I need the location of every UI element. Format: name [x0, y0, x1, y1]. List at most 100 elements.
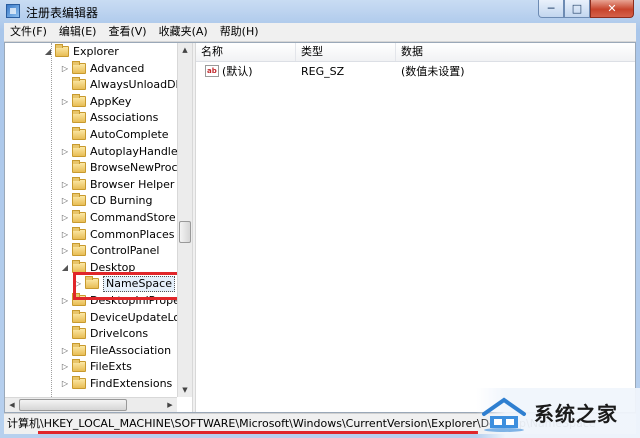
tree-item-label: DriveIcons: [90, 327, 149, 340]
column-name[interactable]: 名称: [196, 43, 296, 61]
collapsed-arrow-icon[interactable]: ▷: [60, 242, 70, 259]
tree-item-label: DeviceUpdateLoca: [90, 311, 177, 324]
column-type[interactable]: 类型: [296, 43, 396, 61]
regedit-window: 注册表编辑器 ─ □ ✕ 文件(F) 编辑(E) 查看(V) 收藏夹(A) 帮助…: [0, 0, 640, 438]
folder-icon: [72, 127, 86, 140]
tree-vertical-scrollbar[interactable]: ▲ ▼: [177, 43, 192, 397]
value-name: (默认): [222, 65, 253, 78]
tree-item-label: Browser Helper C: [90, 178, 177, 191]
tree-item[interactable]: ▷ FileAssociation: [60, 342, 171, 359]
maximize-button[interactable]: □: [564, 0, 590, 18]
tree-item-label: FileExts: [90, 360, 132, 373]
collapsed-arrow-icon[interactable]: ▷: [60, 358, 70, 375]
folder-icon: [72, 94, 86, 107]
house-logo-icon: [482, 397, 526, 432]
tree-item-label: AutoplayHandlers: [90, 145, 177, 158]
folder-icon: [72, 376, 86, 389]
collapsed-arrow-icon[interactable]: ▷: [60, 60, 70, 77]
tree-item-label: BrowseNewProce: [90, 161, 177, 174]
minimize-button[interactable]: ─: [538, 0, 564, 18]
collapsed-arrow-icon[interactable]: ▷: [60, 292, 70, 309]
tree-item[interactable]: DriveIcons: [60, 325, 148, 342]
folder-icon: [55, 44, 69, 57]
collapsed-arrow-icon[interactable]: ▷: [60, 209, 70, 226]
regedit-icon: [6, 4, 20, 18]
tree-item-label: FindExtensions: [90, 377, 173, 390]
menu-view[interactable]: 查看(V): [102, 23, 152, 41]
tree-item-label: AlwaysUnloadDLL: [90, 78, 177, 91]
tree-horizontal-scrollbar[interactable]: ◀ ▶: [5, 397, 177, 412]
tree-item-label: Associations: [90, 111, 159, 124]
tree-item[interactable]: ▷ ControlPanel: [60, 242, 159, 259]
tree-item[interactable]: ▷ CD Burning: [60, 192, 152, 209]
tree-item[interactable]: ▷ Browser Helper C: [60, 176, 177, 193]
collapsed-arrow-icon[interactable]: ▷: [60, 375, 70, 392]
tree-item[interactable]: AlwaysUnloadDLL: [60, 76, 177, 93]
close-button[interactable]: ✕: [590, 0, 634, 18]
annotation-underline: [38, 431, 478, 434]
h-scroll-thumb[interactable]: [19, 399, 127, 411]
collapsed-arrow-icon[interactable]: ▷: [60, 143, 70, 160]
list-item[interactable]: ab (默认) REG_SZ (数值未设置): [196, 63, 635, 80]
menu-bar: 文件(F) 编辑(E) 查看(V) 收藏夹(A) 帮助(H): [4, 23, 636, 42]
tree-item[interactable]: Associations: [60, 109, 158, 126]
folder-icon: [72, 359, 86, 372]
values-list: 名称 类型 数据 ab (默认) REG_SZ (数值未设置): [196, 43, 635, 412]
value-data: (数值未设置): [401, 65, 465, 78]
tree-item[interactable]: ▷ AppKey: [60, 93, 131, 110]
scroll-down-icon[interactable]: ▼: [178, 383, 192, 397]
tree-item[interactable]: DeviceUpdateLoca: [60, 309, 177, 326]
folder-icon: [72, 243, 86, 256]
collapsed-arrow-icon[interactable]: ▷: [60, 226, 70, 243]
tree-item-label: CD Burning: [90, 194, 153, 207]
folder-icon: [72, 343, 86, 356]
folder-icon: [72, 310, 86, 323]
watermark-text: 系统之家: [534, 402, 618, 426]
expanded-arrow-icon[interactable]: ◢: [43, 43, 53, 60]
menu-favorites[interactable]: 收藏夹(A): [153, 23, 214, 41]
client-area: ◢Explorer ▷ Advanced AlwaysUnloadDLL ▷ AppKe…: [4, 42, 636, 413]
tree-item-label: AppKey: [90, 95, 132, 108]
column-data[interactable]: 数据: [396, 43, 635, 61]
scroll-up-icon[interactable]: ▲: [178, 43, 192, 57]
string-value-icon: ab: [205, 65, 219, 77]
collapsed-arrow-icon[interactable]: ▷: [60, 93, 70, 110]
folder-icon: [72, 326, 86, 339]
tree-item-label: ControlPanel: [90, 244, 160, 257]
collapsed-arrow-icon[interactable]: ▷: [60, 342, 70, 359]
value-name-cell: ab (默认): [200, 63, 296, 80]
tree-item[interactable]: AutoComplete: [60, 126, 169, 143]
tree-item[interactable]: ▷ CommonPlaces: [60, 226, 175, 243]
tree-item[interactable]: BrowseNewProce: [60, 159, 177, 176]
scroll-thumb[interactable]: [179, 221, 191, 243]
folder-icon: [72, 110, 86, 123]
folder-icon: [72, 61, 86, 74]
tree-rows: ◢Explorer ▷ Advanced AlwaysUnloadDLL ▷ AppKe…: [5, 43, 177, 397]
folder-icon: [72, 227, 86, 240]
menu-edit[interactable]: 编辑(E): [53, 23, 103, 41]
menu-file[interactable]: 文件(F): [4, 23, 53, 41]
expanded-arrow-icon[interactable]: ◢: [60, 259, 70, 276]
folder-icon: [72, 177, 86, 190]
folder-icon: [72, 193, 86, 206]
tree-item[interactable]: ▷ FileExts: [60, 358, 132, 375]
collapsed-arrow-icon[interactable]: ▷: [60, 176, 70, 193]
tree-item[interactable]: ▷ AutoplayHandlers: [60, 143, 177, 160]
scroll-left-icon[interactable]: ◀: [5, 398, 19, 412]
scroll-right-icon[interactable]: ▶: [163, 398, 177, 412]
tree-item[interactable]: ▷ CommandStore: [60, 209, 176, 226]
folder-icon: [72, 210, 86, 223]
tree-item[interactable]: ▷ Advanced: [60, 60, 144, 77]
collapsed-arrow-icon[interactable]: ▷: [60, 192, 70, 209]
tree-item-label: FileAssociation: [90, 344, 172, 357]
title-bar[interactable]: 注册表编辑器 ─ □ ✕: [0, 0, 640, 23]
folder-icon: [72, 160, 86, 173]
tree-item[interactable]: ▷ FindExtensions: [60, 375, 172, 392]
tree-item-explorer[interactable]: ◢ Explorer: [43, 43, 119, 60]
tree-item-label: Advanced: [90, 62, 145, 75]
menu-help[interactable]: 帮助(H): [214, 23, 265, 41]
value-type: REG_SZ: [301, 65, 345, 78]
tree-item-label: CommonPlaces: [90, 228, 175, 241]
list-header: 名称 类型 数据: [196, 43, 635, 62]
folder-icon: [72, 77, 86, 90]
